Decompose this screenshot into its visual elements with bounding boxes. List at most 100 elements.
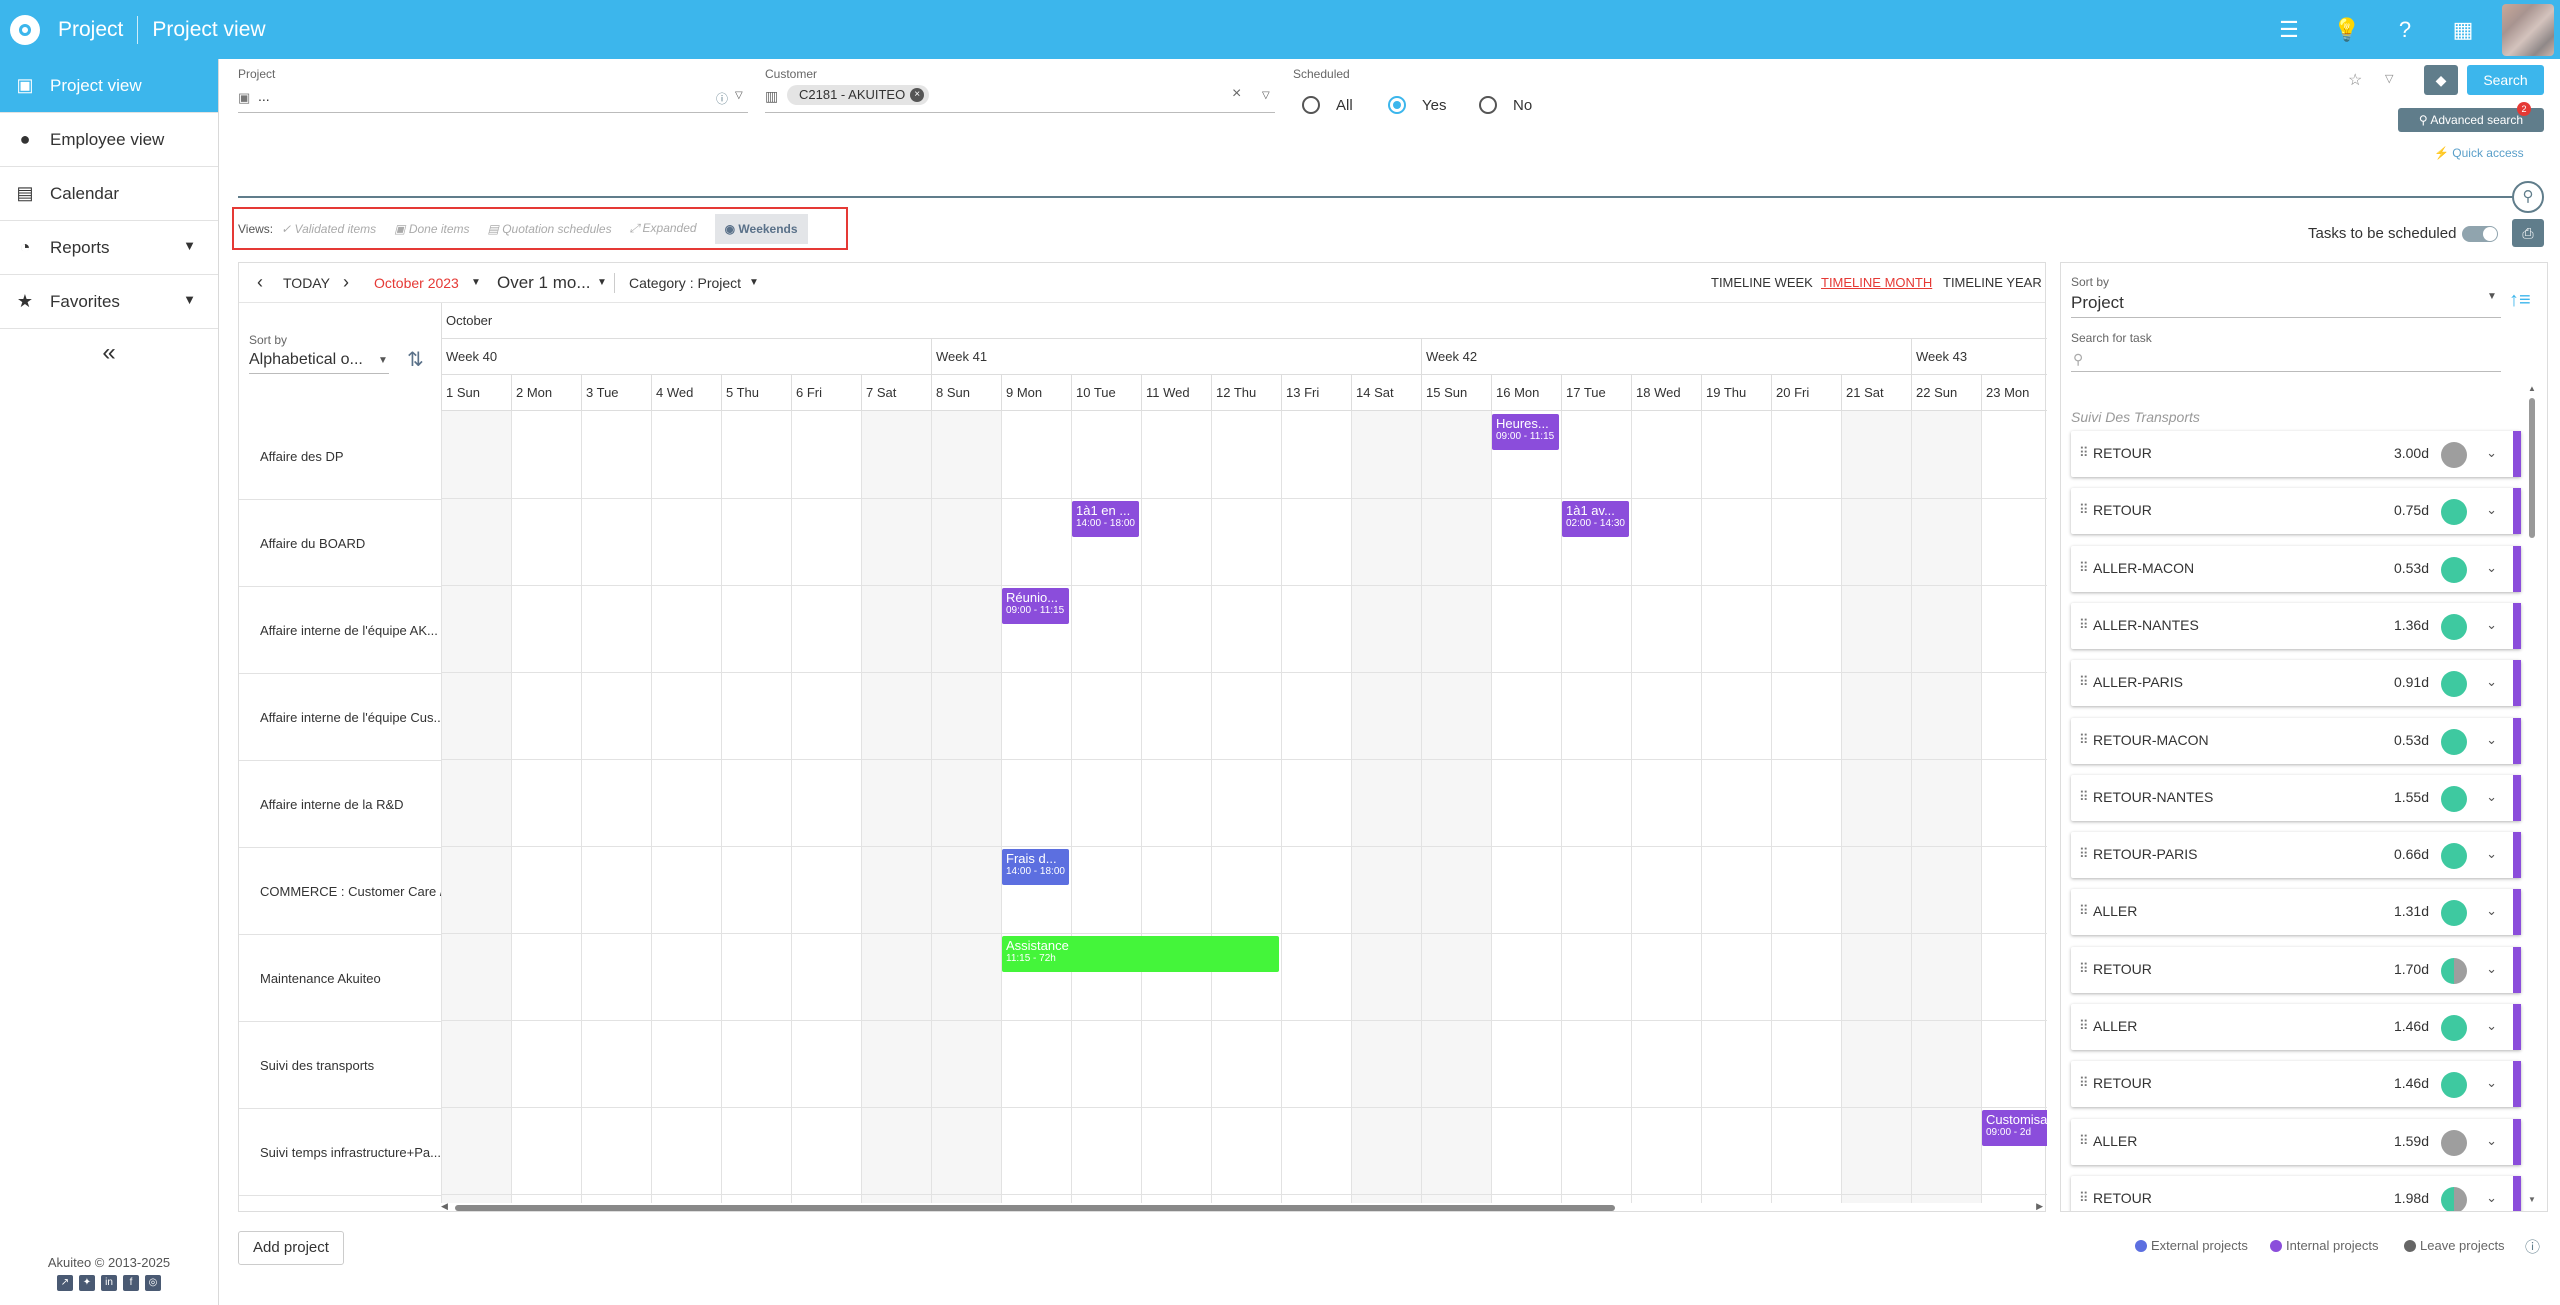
schedule-event[interactable]: 1à1 en ... 14:00 - 18:00 — [1072, 501, 1139, 537]
scrollbar-thumb[interactable] — [2529, 398, 2535, 538]
schedule-event[interactable]: Assistance 11:15 - 72h — [1002, 936, 1279, 972]
drag-handle-icon[interactable]: ⠿ — [2079, 445, 2089, 461]
chevron-down-icon[interactable]: ⌄ — [2486, 732, 2497, 748]
chevron-down-icon[interactable]: ⌄ — [2486, 961, 2497, 977]
view-quotation-schedules[interactable]: ▤ Quotation schedules — [488, 222, 612, 236]
drag-handle-icon[interactable]: ⠿ — [2079, 846, 2089, 862]
avatar[interactable] — [2502, 3, 2554, 56]
quick-access-link[interactable]: ⚡ Quick access — [2434, 146, 2524, 160]
scroll-down-icon[interactable]: ▼ — [2528, 1195, 2536, 1204]
bluesky-icon[interactable]: ✦ — [79, 1275, 95, 1291]
link-icon[interactable]: ↗ — [57, 1275, 73, 1291]
chevron-down-icon[interactable]: ▼ — [378, 355, 388, 366]
sidebar-item-favorites[interactable]: ★ Favorites ▼ — [0, 275, 218, 329]
task-card[interactable]: ⠿ ALLER 1.31d ⌄ — [2071, 889, 2521, 936]
drag-handle-icon[interactable]: ⠿ — [2079, 732, 2089, 748]
project-row-label[interactable]: Suivi des transports — [239, 1022, 441, 1109]
today-button[interactable]: TODAY — [283, 275, 330, 291]
range-picker[interactable]: Over 1 mo... — [497, 273, 591, 293]
task-card[interactable]: ⠿ RETOUR 1.70d ⌄ — [2071, 946, 2521, 993]
zoom-button[interactable]: ⚲ — [2512, 181, 2544, 213]
tasks-scrollbar[interactable]: ▲ ▼ — [2528, 384, 2536, 1204]
scroll-left-icon[interactable]: ◀ — [441, 1201, 448, 1212]
sort-direction-icon[interactable]: ⇅ — [407, 347, 424, 372]
task-card[interactable]: ⠿ ALLER 1.46d ⌄ — [2071, 1004, 2521, 1050]
drag-handle-icon[interactable]: ⠿ — [2079, 1075, 2089, 1091]
schedule-event[interactable]: Customisa...09:00 - 2d — [1982, 1110, 2047, 1146]
view-done-items[interactable]: ▣ Done items — [394, 222, 469, 236]
view-weekends[interactable]: ◉ Weekends — [714, 213, 808, 244]
chevron-down-icon[interactable]: ▼ — [749, 277, 759, 288]
schedule-event[interactable]: Frais d... 14:00 - 18:00 — [1002, 849, 1069, 885]
chevron-down-icon[interactable]: ⌄ — [2486, 560, 2497, 576]
sort-ascending-icon[interactable]: ↑≡ — [2509, 289, 2531, 312]
chevron-down-icon[interactable]: ⌄ — [2486, 789, 2497, 805]
task-sort-select[interactable]: Project — [2071, 293, 2124, 313]
chevron-down-icon[interactable]: ▼ — [2487, 291, 2497, 302]
row-sort-select[interactable]: Alphabetical o... — [249, 351, 363, 369]
chevron-down-icon[interactable]: ▼ — [597, 277, 607, 288]
project-row-label[interactable]: Affaire des DP — [239, 413, 441, 500]
scrollbar-thumb[interactable] — [455, 1205, 1615, 1211]
drag-handle-icon[interactable]: ⠿ — [2079, 789, 2089, 805]
linkedin-icon[interactable]: in — [101, 1275, 117, 1291]
chip-remove-icon[interactable]: × — [910, 88, 925, 102]
sidebar-item-employee-view[interactable]: ● Employee view — [0, 113, 218, 167]
chevron-down-icon[interactable]: ⌄ — [2486, 1190, 2497, 1206]
chevron-down-icon[interactable]: ⌄ — [2486, 502, 2497, 518]
task-card[interactable]: ⠿ RETOUR 1.46d ⌄ — [2071, 1061, 2521, 1108]
task-card[interactable]: ⠿ ALLER-NANTES 1.36d ⌄ — [2071, 602, 2521, 649]
tasks-to-schedule-toggle[interactable] — [2462, 226, 2498, 242]
drag-handle-icon[interactable]: ⠿ — [2079, 1133, 2089, 1149]
view-validated-items[interactable]: ✓ Validated items — [281, 222, 376, 236]
star-outline-icon[interactable]: ☆ — [2348, 70, 2362, 90]
drag-handle-icon[interactable]: ⠿ — [2079, 1018, 2089, 1034]
month-picker[interactable]: October 2023 — [374, 275, 459, 291]
task-card[interactable]: ⠿ ALLER-MACON 0.53d ⌄ — [2071, 545, 2521, 592]
print-button[interactable]: ⎙ — [2512, 219, 2544, 247]
scheduled-all-radio[interactable] — [1302, 96, 1320, 114]
drag-handle-icon[interactable]: ⠿ — [2079, 502, 2089, 518]
task-card[interactable]: ⠿ RETOUR 0.75d ⌄ — [2071, 488, 2521, 535]
drag-handle-icon[interactable]: ⠿ — [2079, 674, 2089, 690]
sidebar-item-calendar[interactable]: ▤ Calendar — [0, 167, 218, 221]
project-filter-value[interactable]: ... — [258, 88, 270, 104]
schedule-event[interactable]: 1à1 av... 02:00 - 14:30 — [1562, 501, 1629, 537]
chevron-down-icon[interactable]: ⌄ — [2486, 1018, 2497, 1034]
task-search-input[interactable] — [2071, 371, 2501, 372]
chevron-down-icon[interactable]: ▽ — [735, 90, 743, 101]
eraser-button[interactable]: ◆ — [2424, 65, 2458, 95]
scheduled-no-radio[interactable] — [1479, 96, 1497, 114]
chevron-down-icon[interactable]: ▼ — [471, 277, 481, 288]
drag-handle-icon[interactable]: ⠿ — [2079, 617, 2089, 633]
horizontal-scrollbar[interactable]: ◀ ▶ — [441, 1201, 2047, 1212]
add-project-button[interactable]: Add project — [238, 1231, 344, 1265]
chevron-down-icon[interactable]: ⌄ — [2486, 846, 2497, 862]
tab-timeline-month[interactable]: TIMELINE MONTH — [1821, 275, 1932, 290]
chevron-down-icon[interactable]: ⌄ — [2486, 445, 2497, 461]
task-card[interactable]: ⠿ ALLER-PARIS 0.91d ⌄ — [2071, 660, 2521, 707]
drag-handle-icon[interactable]: ⠿ — [2079, 961, 2089, 977]
tab-timeline-week[interactable]: TIMELINE WEEK — [1711, 275, 1813, 290]
drag-handle-icon[interactable]: ⠿ — [2079, 903, 2089, 919]
help-icon[interactable]: ? — [2376, 17, 2434, 43]
next-icon[interactable]: › — [343, 272, 349, 293]
drag-handle-icon[interactable]: ⠿ — [2079, 1190, 2089, 1206]
customer-chip[interactable]: C2181 - AKUITEO × — [787, 85, 930, 105]
sidebar-item-reports[interactable]: ◔ Reports ▼ — [0, 221, 218, 275]
task-card[interactable]: ⠿ RETOUR-PARIS 0.66d ⌄ — [2071, 832, 2521, 879]
info-icon[interactable]: ⓘ — [2525, 1236, 2540, 1257]
apps-grid-icon[interactable]: ▦ — [2434, 17, 2492, 43]
chevron-down-icon[interactable]: ⌄ — [2486, 1133, 2497, 1149]
search-button[interactable]: Search — [2467, 65, 2544, 95]
project-row-label[interactable]: Affaire interne de l'équipe Cus... — [239, 674, 441, 761]
view-expanded[interactable]: ⤢ Expanded — [630, 221, 697, 236]
task-card[interactable]: ⠿ RETOUR-NANTES 1.55d ⌄ — [2071, 774, 2521, 821]
project-row-label[interactable]: Suivi temps infrastructure+Pa... — [239, 1109, 441, 1196]
lightbulb-icon[interactable]: 💡 — [2318, 17, 2376, 43]
schedule-event[interactable]: Heures... 09:00 - 11:15 — [1492, 414, 1559, 450]
collapse-sidebar-icon[interactable]: « — [0, 339, 218, 367]
chevron-down-icon[interactable]: ⌄ — [2486, 903, 2497, 919]
scheduled-yes-radio[interactable] — [1388, 96, 1406, 114]
schedule-event[interactable]: Réunio... 09:00 - 11:15 — [1002, 588, 1069, 624]
